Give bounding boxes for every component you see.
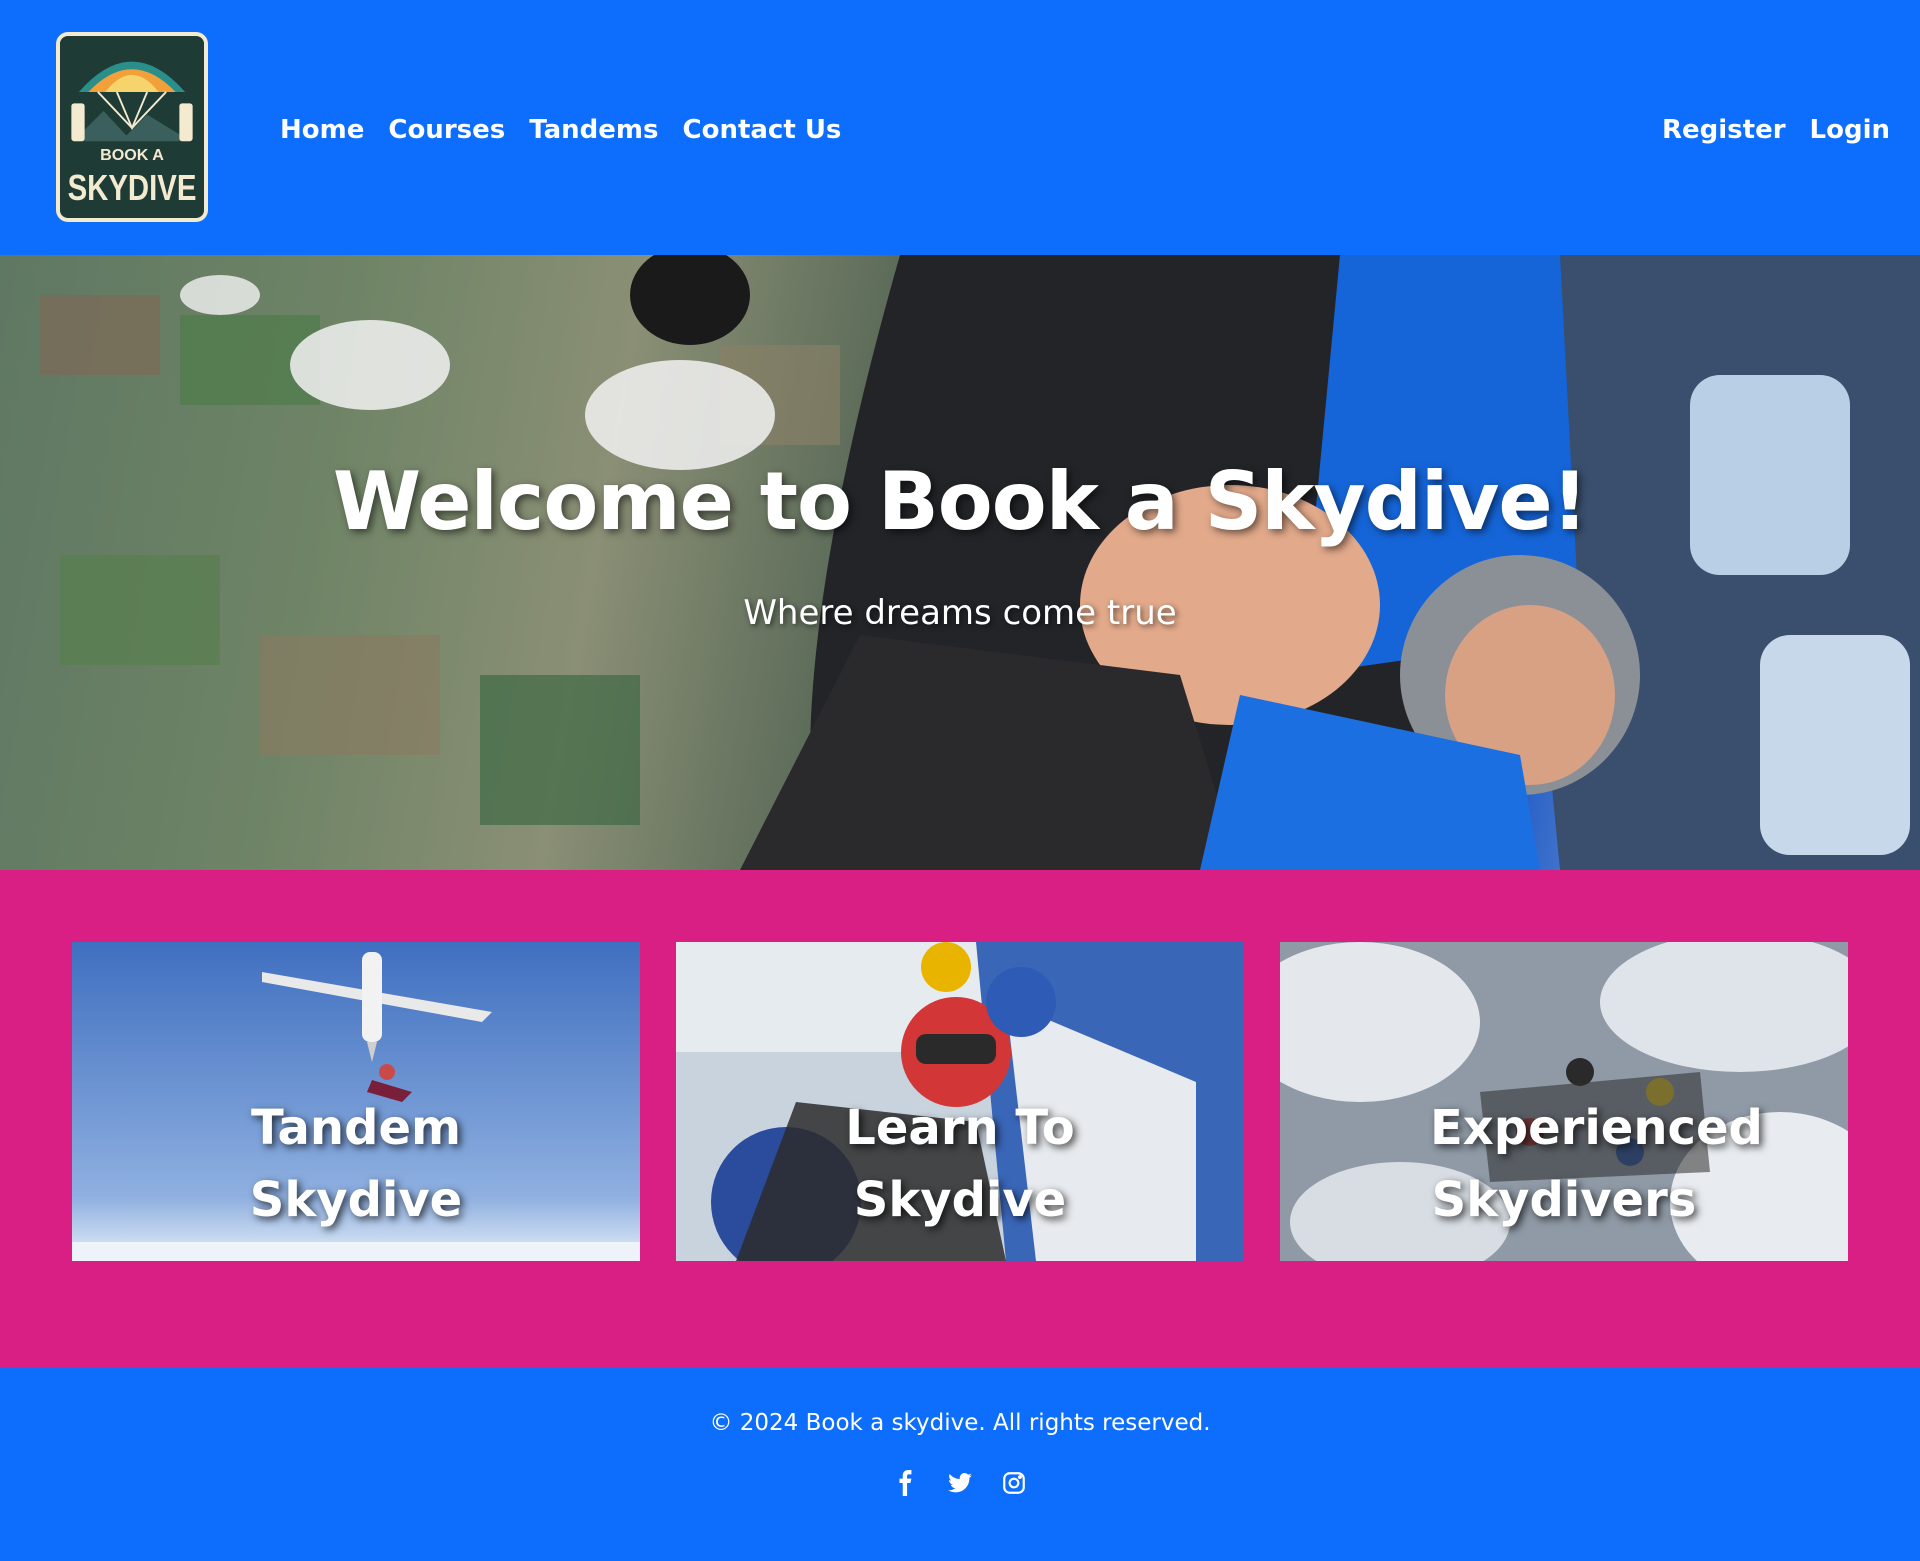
instagram-icon[interactable] (1001, 1468, 1027, 1498)
nav-contact-us[interactable]: Contact Us (683, 110, 842, 150)
nav-courses[interactable]: Courses (388, 110, 505, 150)
card-tandem-skydive[interactable]: Tandem Skydive (72, 942, 640, 1261)
logo-graphic: BOOK A SKYDIVE (60, 37, 204, 217)
navbar: BOOK A SKYDIVE Home Courses Tandems Cont… (0, 0, 1920, 255)
main-nav: Home Courses Tandems Contact Us (280, 110, 841, 150)
twitter-icon[interactable] (947, 1468, 973, 1498)
copyright-text: © 2024 Book a skydive. All rights reserv… (709, 1410, 1211, 1436)
site-footer: © 2024 Book a skydive. All rights reserv… (0, 1368, 1920, 1561)
hero-background-photo (40, 255, 1920, 870)
nav-tandems[interactable]: Tandems (529, 110, 658, 150)
features-section: Tandem Skydive Learn To Skydive Experien… (0, 870, 1920, 1368)
card-experienced-skydivers[interactable]: Experienced Skydivers (1280, 942, 1848, 1261)
card-title: Learn To Skydive (845, 1100, 1075, 1228)
logo-main-text: SKYDIVE (68, 167, 197, 208)
card-title: Experienced Skydivers (1430, 1100, 1763, 1228)
hero-banner: Welcome to Book a Skydive! Where dreams … (0, 255, 1920, 870)
facebook-icon[interactable] (893, 1468, 919, 1498)
card-title: Tandem Skydive (249, 1100, 463, 1228)
logo-small-text: BOOK A (100, 146, 164, 164)
nav-login[interactable]: Login (1810, 110, 1890, 150)
hero-subtitle: Where dreams come true (743, 593, 1177, 633)
social-links (0, 1468, 1920, 1498)
book-a-skydive-logo[interactable]: BOOK A SKYDIVE (56, 32, 208, 222)
account-nav: Register Login (1662, 110, 1890, 150)
card-learn-to-skydive[interactable]: Learn To Skydive (676, 942, 1244, 1261)
nav-home[interactable]: Home (280, 110, 364, 150)
nav-register[interactable]: Register (1662, 110, 1786, 150)
hero-title: Welcome to Book a Skydive! (332, 455, 1588, 548)
